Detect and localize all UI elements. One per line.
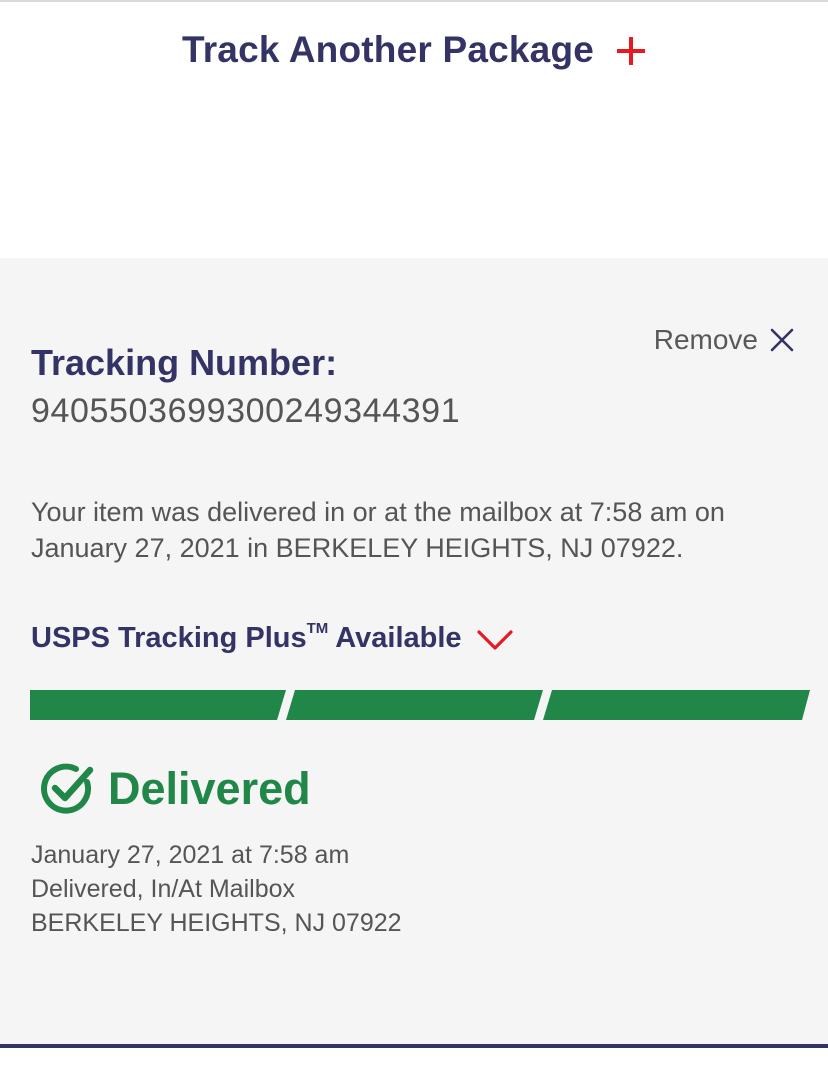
tracking-plus-suffix: Available: [328, 622, 462, 654]
status-summary: Your item was delivered in or at the mai…: [31, 497, 725, 563]
plus-icon: [616, 36, 646, 66]
tracking-result-card: Remove Tracking Number: 9405503699300249…: [0, 258, 828, 1046]
tracking-plus-name: USPS Tracking Plus: [31, 622, 307, 654]
event-description: Delivered, In/At Mailbox: [31, 875, 296, 903]
check-circle-icon: [38, 760, 96, 818]
tracking-page: Track Another Package Remove Tracking Nu…: [0, 0, 828, 1066]
top-divider: [0, 0, 828, 2]
tracking-event: January 27, 2021 at 7:58 am Delivered, I…: [31, 838, 402, 940]
tracking-number-value: 9405503699300249344391: [31, 392, 461, 430]
remove-label: Remove: [653, 324, 758, 355]
trademark-mark: TM: [306, 620, 329, 637]
event-location: BERKELEY HEIGHTS, NJ 07922: [31, 909, 402, 937]
tracking-plus-label: USPS Tracking PlusTM Available: [31, 620, 462, 655]
track-another-package-button[interactable]: Track Another Package: [0, 18, 828, 82]
close-icon: [770, 328, 794, 352]
progress-segment-2: [286, 690, 543, 720]
progress-segment-3: [543, 690, 810, 720]
usps-tracking-plus-toggle[interactable]: USPS Tracking PlusTM Available: [31, 620, 514, 655]
track-another-package-label: Track Another Package: [181, 29, 595, 70]
chevron-down-icon: [476, 629, 514, 651]
remove-button[interactable]: Remove: [654, 324, 794, 356]
delivery-status: Delivered: [38, 760, 311, 818]
event-datetime: January 27, 2021 at 7:58 am: [31, 841, 350, 869]
delivery-progress-bar: [30, 690, 810, 720]
tracking-number-heading: Tracking Number:: [31, 342, 338, 383]
delivered-status-label: Delivered: [108, 763, 311, 814]
progress-segment-1: [30, 690, 286, 720]
bottom-divider: [0, 1044, 828, 1048]
